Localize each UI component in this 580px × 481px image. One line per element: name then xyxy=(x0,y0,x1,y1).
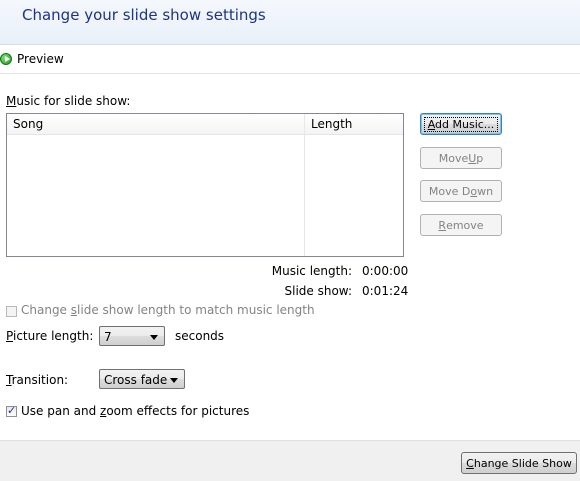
toolbar: Preview xyxy=(0,45,580,74)
slide-show-length-value: 0:01:24 xyxy=(362,284,409,298)
pan-zoom-checkbox[interactable] xyxy=(6,404,17,417)
music-length-label: Music length: xyxy=(271,264,352,278)
column-divider xyxy=(304,114,305,256)
play-icon xyxy=(0,53,12,65)
header-bar: Change your slide show settings xyxy=(0,0,580,45)
move-down-button[interactable]: Move Do wn xyxy=(420,180,502,202)
dropdown-arrow-icon xyxy=(150,335,158,340)
column-header-song[interactable]: Song xyxy=(13,117,43,131)
change-slide-show-button[interactable]: Change Slide Show xyxy=(461,452,577,474)
transition-value: Cross fade xyxy=(104,373,168,387)
music-list-header: Song Length xyxy=(7,114,403,135)
music-length-value: 0:00:00 xyxy=(362,264,409,278)
picture-length-dropdown[interactable]: 7 xyxy=(99,326,165,346)
music-section-label: Music for slide show: xyxy=(6,94,131,108)
dialog-title: Change your slide show settings xyxy=(22,6,266,24)
music-list[interactable]: Song Length xyxy=(6,113,404,257)
picture-length-label: Picture length: xyxy=(6,329,94,343)
match-music-length-label: Change slide show length to match music … xyxy=(21,303,315,317)
slide-show-length-label: Slide show: xyxy=(284,284,353,298)
move-up-button[interactable]: Move Up xyxy=(420,147,502,169)
remove-button[interactable]: Remove xyxy=(420,214,502,236)
picture-length-unit: seconds xyxy=(175,329,225,343)
preview-button[interactable]: Preview xyxy=(0,52,64,66)
picture-length-value: 7 xyxy=(104,330,112,344)
transition-dropdown[interactable]: Cross fade xyxy=(99,369,185,389)
dropdown-arrow-icon xyxy=(170,378,178,383)
transition-label: Transition: xyxy=(6,373,69,387)
preview-label: Preview xyxy=(17,52,64,66)
add-music-button[interactable]: Add Music... xyxy=(420,113,502,135)
pan-zoom-label: Use pan and zoom effects for pictures xyxy=(21,404,250,418)
match-music-length-checkbox[interactable] xyxy=(6,306,17,317)
column-header-length[interactable]: Length xyxy=(311,117,352,131)
